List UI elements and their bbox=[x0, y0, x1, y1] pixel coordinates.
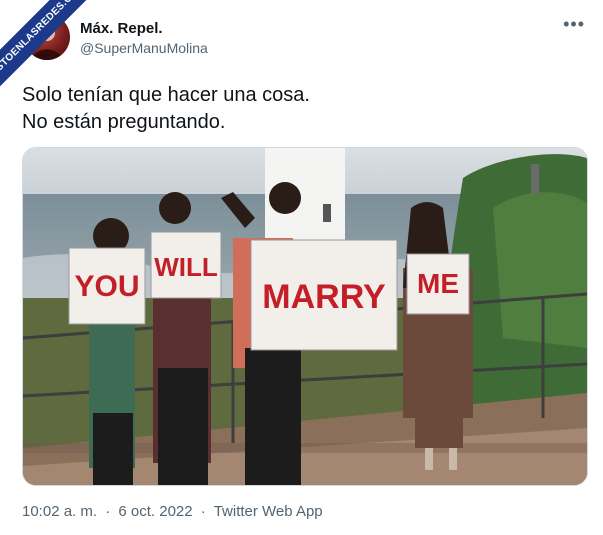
sign-will: WILL bbox=[154, 252, 218, 282]
display-name[interactable]: Máx. Repel. bbox=[80, 20, 163, 37]
sign-marry: MARRY bbox=[262, 278, 386, 316]
tweet-date[interactable]: 6 oct. 2022 bbox=[118, 503, 192, 520]
tweet-text: Solo tenían que hacer una cosa. No están… bbox=[22, 82, 310, 136]
tweet-text-line: No están preguntando. bbox=[22, 111, 226, 133]
user-handle[interactable]: @SuperManuMolina bbox=[80, 40, 208, 56]
sign-me: ME bbox=[417, 268, 459, 299]
tweet-meta: 10:02 a. m. · 6 oct. 2022 · Twitter Web … bbox=[22, 503, 327, 520]
tweet-time[interactable]: 10:02 a. m. bbox=[22, 503, 97, 520]
sign-you: YOU bbox=[74, 270, 139, 303]
separator-dot: · bbox=[200, 503, 206, 520]
tweet-source[interactable]: Twitter Web App bbox=[214, 503, 323, 520]
photo-scene: YOU WILL MARRY ME bbox=[23, 148, 587, 485]
separator-dot: · bbox=[105, 503, 111, 520]
more-options-icon[interactable]: ••• bbox=[563, 14, 585, 35]
tweet-text-line: Solo tenían que hacer una cosa. bbox=[22, 84, 310, 106]
tweet-photo[interactable]: YOU WILL MARRY ME bbox=[22, 147, 588, 486]
